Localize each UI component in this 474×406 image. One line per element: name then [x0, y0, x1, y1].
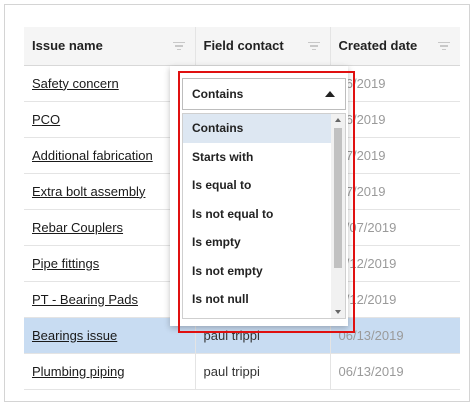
created-date-cell: 06/2019	[330, 65, 460, 102]
column-header-field-contact[interactable]: Field contact	[195, 27, 331, 66]
column-header-label: Field contact	[203, 38, 284, 54]
column-header-label: Issue name	[32, 38, 103, 54]
created-date-cell: 06/2019	[330, 101, 460, 138]
filter-icon[interactable]	[172, 41, 185, 51]
field-contact-cell: paul trippi	[195, 353, 331, 390]
issue-name-link[interactable]: PT - Bearing Pads	[32, 292, 138, 307]
column-filter-popup: Contains Contains Starts with Is equal to I…	[170, 66, 348, 326]
issue-name-cell: Plumbing piping	[24, 353, 196, 390]
created-date-cell: 06/13/2019	[330, 353, 460, 390]
column-header-issue-name[interactable]: Issue name	[24, 27, 196, 66]
scrollbar[interactable]	[331, 114, 345, 318]
table-row[interactable]: Plumbing piping paul trippi 06/13/2019	[24, 353, 460, 390]
filter-icon[interactable]	[307, 41, 320, 51]
created-date-cell: 07/2019	[330, 173, 460, 210]
filter-operator-option[interactable]: Is not empty	[183, 257, 331, 286]
filter-operator-option[interactable]: Contains	[183, 114, 331, 143]
issue-name-link[interactable]: Additional fabrication	[32, 148, 153, 163]
caret-up-icon	[325, 91, 335, 97]
scroll-up-arrow-icon[interactable]	[335, 118, 341, 122]
scroll-down-arrow-icon[interactable]	[335, 310, 341, 314]
filter-operator-select[interactable]: Contains	[182, 78, 346, 110]
issue-name-link[interactable]: Bearings issue	[32, 328, 117, 343]
created-date-cell: 07/2019	[330, 137, 460, 174]
issue-name-link[interactable]: Plumbing piping	[32, 364, 125, 379]
filter-operator-option[interactable]: Is not null	[183, 285, 331, 314]
issue-name-link[interactable]: PCO	[32, 112, 60, 127]
filter-operator-option[interactable]: Starts with	[183, 143, 331, 172]
issue-name-link[interactable]: Safety concern	[32, 76, 119, 91]
issue-name-link[interactable]: Extra bolt assembly	[32, 184, 145, 199]
issue-name-link[interactable]: Rebar Couplers	[32, 220, 123, 235]
filter-operator-option[interactable]: Is not equal to	[183, 200, 331, 229]
column-header-created-date[interactable]: Created date	[330, 27, 460, 66]
filter-operator-value: Contains	[192, 87, 244, 101]
filter-operator-option[interactable]: Is empty	[183, 228, 331, 257]
column-header-label: Created date	[338, 38, 418, 54]
filter-icon[interactable]	[438, 41, 450, 51]
created-date-cell: 5/12/2019	[330, 245, 460, 282]
created-date-cell: 5/07/2019	[330, 209, 460, 246]
scrollbar-thumb[interactable]	[334, 128, 342, 268]
filter-operator-option[interactable]: Is equal to	[183, 171, 331, 200]
grid-header-row: Issue name Field contact Created date	[24, 27, 460, 66]
created-date-cell: 06/13/2019	[330, 317, 460, 354]
created-date-cell: 5/12/2019	[330, 281, 460, 318]
filter-operator-list: Contains Starts with Is equal to Is not equ…	[182, 113, 346, 319]
issue-name-link[interactable]: Pipe fittings	[32, 256, 99, 271]
